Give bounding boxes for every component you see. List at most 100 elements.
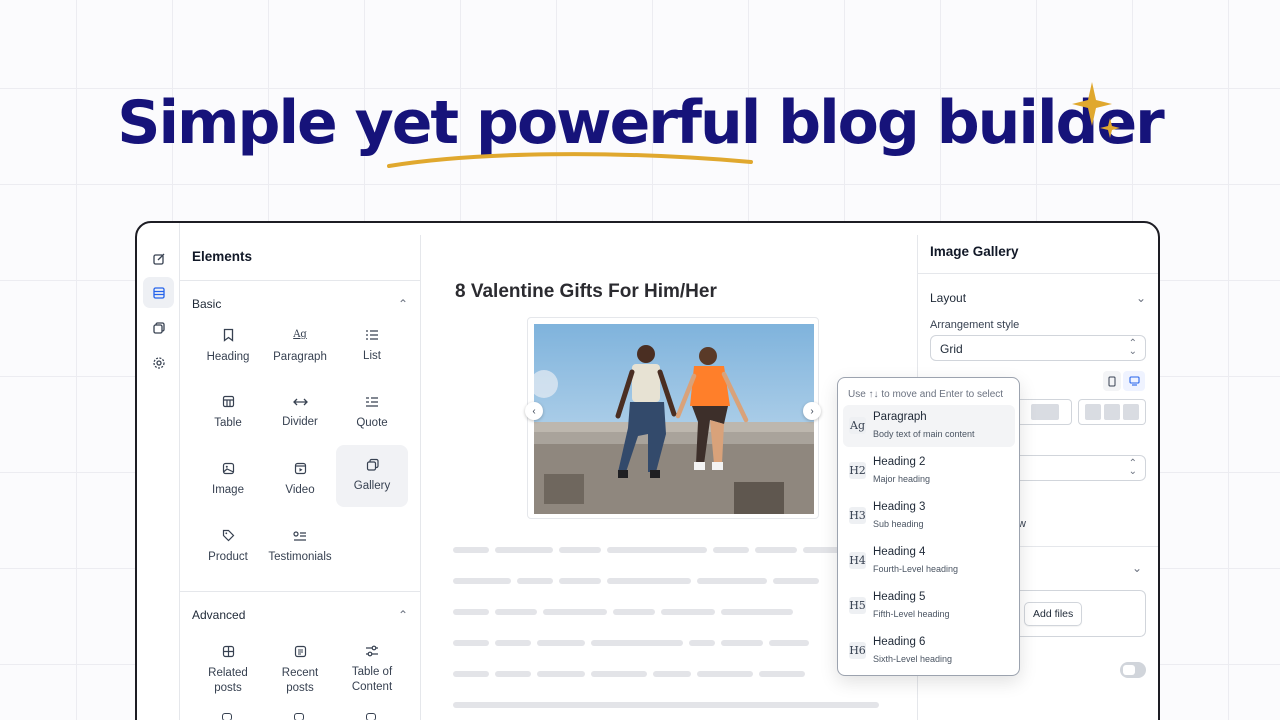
element-table[interactable]: Table — [192, 382, 264, 444]
element-testimonials[interactable]: Testimonials — [264, 516, 336, 578]
element-recent-posts[interactable]: Recent posts — [264, 635, 336, 705]
block-type-popup: Use ↑↓ to move and Enter to select Ag Pa… — [837, 377, 1020, 676]
more-elements-row — [222, 713, 382, 720]
heading-5-icon: H5 — [849, 597, 866, 614]
option-title: Heading 4 — [873, 546, 926, 558]
arrangement-value: Grid — [940, 342, 963, 356]
option-heading-5[interactable]: H5 Heading 5 Fifth-Level heading — [843, 585, 1015, 627]
option-title: Heading 3 — [873, 501, 926, 513]
chevron-up-icon[interactable]: ⌃ — [398, 297, 408, 311]
element-label: Heading — [206, 350, 250, 363]
element-list[interactable]: List — [336, 315, 408, 377]
edit-icon[interactable] — [143, 243, 174, 274]
option-heading-3[interactable]: H3 Heading 3 Sub heading — [843, 495, 1015, 537]
chevron-up-icon[interactable]: ⌃ — [398, 608, 408, 622]
layout-label: Layout — [930, 291, 967, 305]
element-label: Image — [212, 484, 244, 496]
arrangement-select[interactable]: Grid ⌃ ⌄ — [930, 335, 1146, 361]
element-label: List — [363, 349, 381, 362]
mobile-view-button[interactable] — [1103, 371, 1121, 391]
element-heading[interactable]: Heading — [192, 315, 264, 377]
section-divider — [180, 591, 420, 592]
heading-3-icon: H3 — [849, 507, 866, 524]
tag-icon — [222, 529, 234, 542]
tool-rail — [137, 223, 180, 720]
gallery-next-button[interactable]: › — [803, 402, 821, 420]
element-label: Divider — [282, 415, 318, 428]
paragraph-icon: Ag — [849, 417, 866, 434]
popup-hint: Use ↑↓ to move and Enter to select — [848, 389, 1004, 400]
element-product[interactable]: Product — [192, 516, 264, 578]
divider-arrows-icon — [292, 398, 308, 405]
heading-4-icon: H4 — [849, 552, 866, 569]
option-title: Paragraph — [873, 411, 927, 423]
chevron-updown-icon: ⌃ ⌄ — [1128, 458, 1137, 477]
testimonial-icon — [293, 530, 306, 541]
option-title: Heading 6 — [873, 636, 926, 648]
element-paragraph[interactable]: Ag Paragraph — [264, 315, 336, 377]
image-gallery-block[interactable]: ‹ › — [525, 317, 821, 519]
chevron-left-icon: ‹ — [532, 405, 536, 417]
related-posts-icon — [222, 645, 234, 657]
grid-layout-option-b[interactable] — [1078, 399, 1146, 425]
arrangement-label: Arrangement style — [930, 319, 1020, 331]
desktop-view-button[interactable] — [1123, 371, 1145, 391]
element-related-posts[interactable]: Related posts — [192, 635, 264, 705]
chevron-right-icon: › — [810, 405, 814, 417]
heading-6-icon: H6 — [849, 642, 866, 659]
option-title: Heading 2 — [873, 456, 926, 468]
video-icon — [294, 462, 306, 475]
element-label: Product — [208, 551, 248, 563]
option-desc: Fifth-Level heading — [873, 609, 950, 619]
panel-divider — [918, 273, 1158, 274]
underline-swash-icon — [387, 152, 753, 168]
post-title[interactable]: 8 Valentine Gifts For Him/Her — [455, 281, 717, 303]
option-heading-6[interactable]: H6 Heading 6 Sixth-Level heading — [843, 630, 1015, 672]
section-advanced-label: Advanced — [192, 608, 246, 622]
element-label: Testimonials — [268, 550, 332, 563]
chevron-down-icon[interactable]: ⌄ — [1132, 561, 1142, 575]
element-divider[interactable]: Divider — [264, 382, 336, 444]
elements-icon[interactable] — [143, 277, 174, 308]
layout-section-header[interactable]: Layout ⌄ — [930, 291, 1146, 305]
text-ag-icon: Ag — [293, 329, 307, 340]
settings-gear-icon[interactable] — [143, 347, 174, 378]
element-label: Paragraph — [273, 351, 327, 363]
add-files-button[interactable]: Add files — [1024, 602, 1082, 626]
toggle-switch[interactable] — [1120, 662, 1146, 678]
sidebar-title: Elements — [180, 235, 420, 281]
element-table-of-content[interactable]: Table of Content — [336, 635, 408, 705]
element-image[interactable]: Image — [192, 449, 264, 511]
element-quote[interactable]: Quote — [336, 382, 408, 444]
recent-posts-icon — [294, 645, 306, 657]
section-basic-header[interactable]: Basic ⌃ — [192, 297, 408, 311]
option-heading-2[interactable]: H2 Heading 2 Major heading — [843, 450, 1015, 492]
desktop-icon — [1128, 376, 1140, 386]
chevron-updown-icon: ⌃ ⌄ — [1128, 338, 1137, 357]
section-advanced-header[interactable]: Advanced ⌃ — [192, 608, 408, 622]
option-desc: Fourth-Level heading — [873, 564, 959, 574]
bookmark-icon — [223, 328, 233, 342]
element-label: Recent posts — [281, 666, 319, 694]
option-desc: Major heading — [873, 474, 931, 484]
gallery-photo — [534, 324, 814, 514]
layers-icon[interactable] — [143, 312, 174, 343]
sliders-icon — [366, 645, 378, 657]
element-label: Video — [285, 484, 315, 496]
option-desc: Sixth-Level heading — [873, 654, 953, 664]
element-video[interactable]: Video — [264, 449, 336, 511]
image-icon — [222, 462, 234, 475]
panel-title: Image Gallery — [930, 244, 1019, 259]
element-gallery[interactable]: Gallery — [336, 445, 408, 507]
option-paragraph[interactable]: Ag Paragraph Body text of main content — [843, 405, 1015, 447]
element-label: Table — [214, 417, 242, 429]
elements-sidebar: Elements Basic ⌃ Heading Ag Paragraph Li… — [180, 235, 421, 720]
mobile-icon — [1108, 376, 1116, 386]
option-heading-4[interactable]: H4 Heading 4 Fourth-Level heading — [843, 540, 1015, 582]
element-label: Gallery — [353, 480, 391, 492]
option-title: Heading 5 — [873, 591, 926, 603]
gallery-prev-button[interactable]: ‹ — [525, 402, 543, 420]
chevron-down-icon[interactable]: ⌄ — [1136, 291, 1146, 305]
element-label: Table of Content — [351, 666, 393, 693]
element-label: Quote — [356, 416, 388, 429]
